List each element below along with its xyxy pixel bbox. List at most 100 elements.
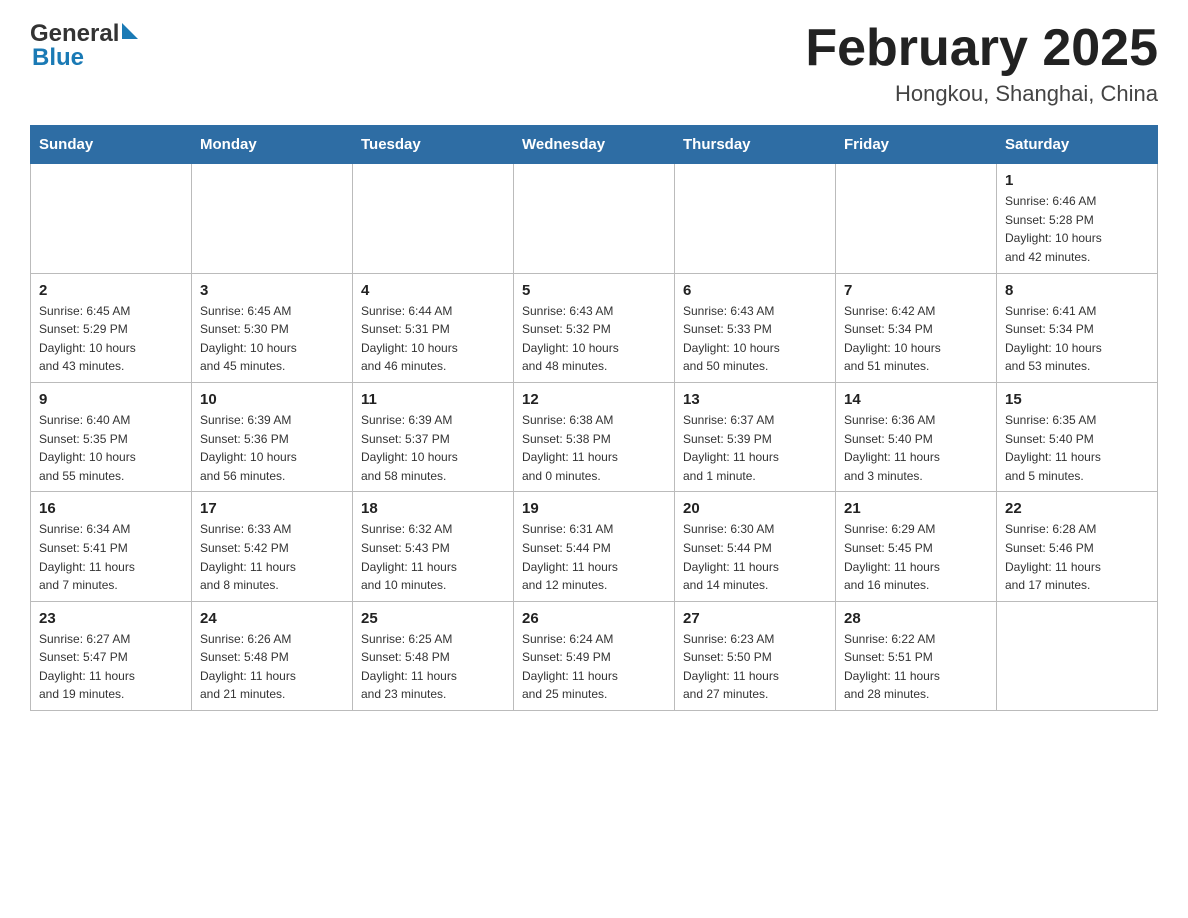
calendar-day-cell: 1Sunrise: 6:46 AM Sunset: 5:28 PM Daylig… (997, 164, 1158, 273)
logo-blue-text: Blue (32, 44, 84, 72)
calendar-day-cell: 14 Sunrise: 6:36 AM Sunset: 5:40 PM Dayli… (836, 382, 997, 491)
day-info: Sunrise: 6:43 AM Sunset: 5:33 PM Dayligh… (683, 302, 827, 376)
day-info: Sunrise: 6:30 AM Sunset: 5:44 PM Dayligh… (683, 520, 827, 594)
calendar-week-row: 9 Sunrise: 6:40 AM Sunset: 5:35 PM Daylig… (31, 382, 1158, 491)
day-info: Sunrise: 6:45 AM Sunset: 5:29 PM Dayligh… (39, 302, 183, 376)
calendar-day-cell (675, 164, 836, 273)
calendar-header-row: SundayMondayTuesdayWednesdayThursdayFrid… (31, 126, 1158, 164)
day-number: 1 (1005, 172, 1149, 189)
day-number: 9 (39, 391, 183, 408)
day-number: 23 (39, 610, 183, 627)
calendar-table: SundayMondayTuesdayWednesdayThursdayFrid… (30, 125, 1158, 711)
calendar-day-cell: 17 Sunrise: 6:33 AM Sunset: 5:42 PM Dayli… (192, 492, 353, 601)
day-info: Sunrise: 6:39 AM Sunset: 5:37 PM Dayligh… (361, 411, 505, 485)
day-info: Sunrise: 6:24 AM Sunset: 5:49 PM Dayligh… (522, 630, 666, 704)
day-info: Sunrise: 6:25 AM Sunset: 5:48 PM Dayligh… (361, 630, 505, 704)
calendar-day-cell: 23Sunrise: 6:27 AM Sunset: 5:47 PM Dayli… (31, 601, 192, 710)
day-number: 16 (39, 500, 183, 517)
calendar-day-cell: 2 Sunrise: 6:45 AM Sunset: 5:29 PM Daylig… (31, 273, 192, 382)
calendar-day-cell (997, 601, 1158, 710)
calendar-day-header: Tuesday (353, 126, 514, 164)
page-header: General Blue February 2025 Hongkou, Shan… (30, 20, 1158, 107)
calendar-day-cell (514, 164, 675, 273)
day-info: Sunrise: 6:43 AM Sunset: 5:32 PM Dayligh… (522, 302, 666, 376)
calendar-day-cell: 6 Sunrise: 6:43 AM Sunset: 5:33 PM Daylig… (675, 273, 836, 382)
calendar-day-cell (192, 164, 353, 273)
day-info: Sunrise: 6:28 AM Sunset: 5:46 PM Dayligh… (1005, 520, 1149, 594)
day-number: 18 (361, 500, 505, 517)
calendar-day-cell: 10Sunrise: 6:39 AM Sunset: 5:36 PM Dayli… (192, 382, 353, 491)
day-number: 19 (522, 500, 666, 517)
calendar-day-cell: 25 Sunrise: 6:25 AM Sunset: 5:48 PM Dayli… (353, 601, 514, 710)
day-number: 24 (200, 610, 344, 627)
calendar-day-header: Friday (836, 126, 997, 164)
calendar-day-cell: 8 Sunrise: 6:41 AM Sunset: 5:34 PM Daylig… (997, 273, 1158, 382)
calendar-subtitle: Hongkou, Shanghai, China (805, 81, 1158, 107)
calendar-week-row: 2 Sunrise: 6:45 AM Sunset: 5:29 PM Daylig… (31, 273, 1158, 382)
day-info: Sunrise: 6:38 AM Sunset: 5:38 PM Dayligh… (522, 411, 666, 485)
day-info: Sunrise: 6:29 AM Sunset: 5:45 PM Dayligh… (844, 520, 988, 594)
day-info: Sunrise: 6:45 AM Sunset: 5:30 PM Dayligh… (200, 302, 344, 376)
day-number: 25 (361, 610, 505, 627)
day-number: 8 (1005, 282, 1149, 299)
calendar-day-cell: 28 Sunrise: 6:22 AM Sunset: 5:51 PM Dayli… (836, 601, 997, 710)
calendar-day-cell: 20 Sunrise: 6:30 AM Sunset: 5:44 PM Dayli… (675, 492, 836, 601)
day-number: 7 (844, 282, 988, 299)
calendar-day-cell: 21 Sunrise: 6:29 AM Sunset: 5:45 PM Dayli… (836, 492, 997, 601)
calendar-day-header: Thursday (675, 126, 836, 164)
day-info: Sunrise: 6:37 AM Sunset: 5:39 PM Dayligh… (683, 411, 827, 485)
calendar-day-cell: 9 Sunrise: 6:40 AM Sunset: 5:35 PM Daylig… (31, 382, 192, 491)
day-number: 2 (39, 282, 183, 299)
day-info: Sunrise: 6:22 AM Sunset: 5:51 PM Dayligh… (844, 630, 988, 704)
calendar-day-cell: 26 Sunrise: 6:24 AM Sunset: 5:49 PM Dayli… (514, 601, 675, 710)
calendar-day-cell: 4 Sunrise: 6:44 AM Sunset: 5:31 PM Daylig… (353, 273, 514, 382)
calendar-day-cell: 13Sunrise: 6:37 AM Sunset: 5:39 PM Dayli… (675, 382, 836, 491)
day-info: Sunrise: 6:23 AM Sunset: 5:50 PM Dayligh… (683, 630, 827, 704)
day-info: Sunrise: 6:32 AM Sunset: 5:43 PM Dayligh… (361, 520, 505, 594)
logo-arrow-icon (122, 23, 138, 39)
day-number: 4 (361, 282, 505, 299)
day-number: 28 (844, 610, 988, 627)
day-number: 3 (200, 282, 344, 299)
logo: General Blue (30, 20, 138, 72)
calendar-day-cell (836, 164, 997, 273)
calendar-day-cell: 11 Sunrise: 6:39 AM Sunset: 5:37 PM Dayli… (353, 382, 514, 491)
calendar-day-cell: 24 Sunrise: 6:26 AM Sunset: 5:48 PM Dayli… (192, 601, 353, 710)
calendar-day-cell (353, 164, 514, 273)
calendar-day-cell: 5Sunrise: 6:43 AM Sunset: 5:32 PM Daylig… (514, 273, 675, 382)
day-number: 14 (844, 391, 988, 408)
calendar-title-block: February 2025 Hongkou, Shanghai, China (805, 20, 1158, 107)
day-info: Sunrise: 6:41 AM Sunset: 5:34 PM Dayligh… (1005, 302, 1149, 376)
calendar-week-row: 16 Sunrise: 6:34 AM Sunset: 5:41 PM Dayli… (31, 492, 1158, 601)
calendar-week-row: 23Sunrise: 6:27 AM Sunset: 5:47 PM Dayli… (31, 601, 1158, 710)
day-number: 17 (200, 500, 344, 517)
calendar-day-cell: 18 Sunrise: 6:32 AM Sunset: 5:43 PM Dayli… (353, 492, 514, 601)
calendar-day-header: Sunday (31, 126, 192, 164)
day-number: 21 (844, 500, 988, 517)
day-number: 27 (683, 610, 827, 627)
day-number: 20 (683, 500, 827, 517)
day-info: Sunrise: 6:42 AM Sunset: 5:34 PM Dayligh… (844, 302, 988, 376)
calendar-day-cell: 27 Sunrise: 6:23 AM Sunset: 5:50 PM Dayli… (675, 601, 836, 710)
calendar-day-header: Saturday (997, 126, 1158, 164)
day-info: Sunrise: 6:34 AM Sunset: 5:41 PM Dayligh… (39, 520, 183, 594)
day-info: Sunrise: 6:44 AM Sunset: 5:31 PM Dayligh… (361, 302, 505, 376)
day-number: 15 (1005, 391, 1149, 408)
calendar-title: February 2025 (805, 20, 1158, 77)
day-info: Sunrise: 6:31 AM Sunset: 5:44 PM Dayligh… (522, 520, 666, 594)
calendar-week-row: 1Sunrise: 6:46 AM Sunset: 5:28 PM Daylig… (31, 164, 1158, 273)
day-number: 26 (522, 610, 666, 627)
day-info: Sunrise: 6:33 AM Sunset: 5:42 PM Dayligh… (200, 520, 344, 594)
day-number: 12 (522, 391, 666, 408)
day-info: Sunrise: 6:35 AM Sunset: 5:40 PM Dayligh… (1005, 411, 1149, 485)
day-number: 10 (200, 391, 344, 408)
day-number: 6 (683, 282, 827, 299)
day-number: 22 (1005, 500, 1149, 517)
day-number: 11 (361, 391, 505, 408)
day-info: Sunrise: 6:40 AM Sunset: 5:35 PM Dayligh… (39, 411, 183, 485)
day-info: Sunrise: 6:36 AM Sunset: 5:40 PM Dayligh… (844, 411, 988, 485)
calendar-day-header: Wednesday (514, 126, 675, 164)
day-info: Sunrise: 6:26 AM Sunset: 5:48 PM Dayligh… (200, 630, 344, 704)
calendar-day-cell: 15 Sunrise: 6:35 AM Sunset: 5:40 PM Dayli… (997, 382, 1158, 491)
calendar-day-header: Monday (192, 126, 353, 164)
